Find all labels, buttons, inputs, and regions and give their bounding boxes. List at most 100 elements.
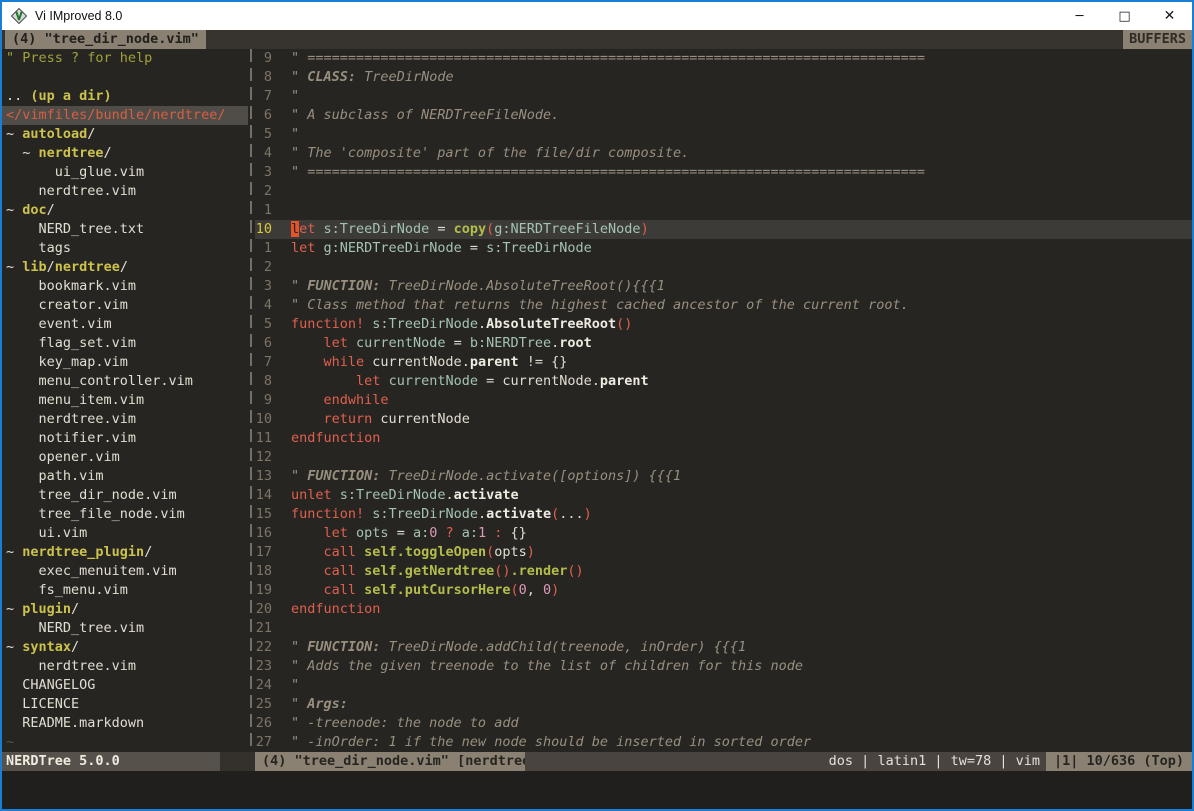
- vim-icon[interactable]: [11, 8, 27, 24]
- tree-item[interactable]: exec_menuitem.vim: [2, 562, 248, 581]
- tree-item[interactable]: NERD_tree.vim: [2, 619, 248, 638]
- tree-item[interactable]: tree_dir_node.vim: [2, 486, 248, 505]
- line-number: 2: [255, 258, 272, 277]
- tree-item[interactable]: ~ syntax/: [2, 638, 248, 657]
- code-line[interactable]: 7": [255, 87, 1192, 106]
- tree-item[interactable]: tree_file_node.vim: [2, 505, 248, 524]
- code-line[interactable]: 4" The 'composite' part of the file/dir …: [255, 144, 1192, 163]
- code-line[interactable]: 1let g:NERDTreeDirNode = s:TreeDirNode: [255, 239, 1192, 258]
- code-line[interactable]: 6" A subclass of NERDTreeFileNode.: [255, 106, 1192, 125]
- tree-item[interactable]: nerdtree.vim: [2, 182, 248, 201]
- tree-item[interactable]: README.markdown: [2, 714, 248, 733]
- tree-item[interactable]: flag_set.vim: [2, 334, 248, 353]
- tree-item[interactable]: </vimfiles/bundle/nerdtree/: [2, 106, 248, 125]
- code-line[interactable]: 23" Adds the given treenode to the list …: [255, 657, 1192, 676]
- code-line[interactable]: 2: [255, 258, 1192, 277]
- token-kw: ?: [437, 525, 461, 541]
- code-line[interactable]: 27" -inOrder: 1 if the new node should b…: [255, 733, 1192, 752]
- code-line[interactable]: 3" FUNCTION: TreeDirNode.AbsoluteTreeRoo…: [255, 277, 1192, 296]
- tree-item[interactable]: ui_glue.vim: [2, 163, 248, 182]
- token-cm: " -inOrder: 1 if the new node should be …: [291, 734, 811, 750]
- code-line[interactable]: 16 let opts = a:0 ? a:1 : {}: [255, 524, 1192, 543]
- tree-item[interactable]: path.vim: [2, 467, 248, 486]
- tree-item[interactable]: .. (up a dir): [2, 87, 248, 106]
- code-line[interactable]: 7 while currentNode.parent != {}: [255, 353, 1192, 372]
- code-line[interactable]: 5": [255, 125, 1192, 144]
- code-line[interactable]: 17 call self.toggleOpen(opts): [255, 543, 1192, 562]
- tab-tree-dir-node[interactable]: (4) "tree_dir_node.vim": [5, 30, 206, 49]
- code-line[interactable]: 18 call self.getNerdtree().render(): [255, 562, 1192, 581]
- code-line[interactable]: 1: [255, 201, 1192, 220]
- tree-item[interactable]: ~ lib/nerdtree/: [2, 258, 248, 277]
- tree-item[interactable]: bookmark.vim: [2, 277, 248, 296]
- code-line[interactable]: 26" -treenode: the node to add: [255, 714, 1192, 733]
- window-separator[interactable]: [248, 49, 255, 752]
- token-fg: [291, 335, 324, 351]
- tree-item[interactable]: ~ nerdtree_plugin/: [2, 543, 248, 562]
- code-line[interactable]: 21: [255, 619, 1192, 638]
- tree-item[interactable]: CHANGELOG: [2, 676, 248, 695]
- code-line[interactable]: 5function! s:TreeDirNode.AbsoluteTreeRoo…: [255, 315, 1192, 334]
- tree-item[interactable]: key_map.vim: [2, 353, 248, 372]
- code-line[interactable]: 22" FUNCTION: TreeDirNode.addChild(treen…: [255, 638, 1192, 657]
- code-line[interactable]: 8 let currentNode = currentNode.parent: [255, 372, 1192, 391]
- tree-item[interactable]: notifier.vim: [2, 429, 248, 448]
- command-line[interactable]: [2, 771, 1192, 809]
- tree-item[interactable]: event.vim: [2, 315, 248, 334]
- tree-item[interactable]: ~ nerdtree/: [2, 144, 248, 163]
- tree-item[interactable]: ~ plugin/: [2, 600, 248, 619]
- tree-item[interactable]: NERD_tree.txt: [2, 220, 248, 239]
- code-line[interactable]: 9 endwhile: [255, 391, 1192, 410]
- tree-item[interactable]: " Press ? for help: [2, 49, 248, 68]
- tree-item[interactable]: ~: [2, 733, 248, 752]
- code-line[interactable]: 12: [255, 448, 1192, 467]
- code-line[interactable]: 20endfunction: [255, 600, 1192, 619]
- close-button[interactable]: ✕: [1147, 2, 1192, 30]
- code-line[interactable]: 13" FUNCTION: TreeDirNode.activate([opti…: [255, 467, 1192, 486]
- tree-item[interactable]: fs_menu.vim: [2, 581, 248, 600]
- token-cm: ": [291, 278, 307, 294]
- line-number: 5: [255, 125, 272, 144]
- code-line[interactable]: 6 let currentNode = b:NERDTree.root: [255, 334, 1192, 353]
- code-line[interactable]: 9" =====================================…: [255, 49, 1192, 68]
- tree-item[interactable]: creator.vim: [2, 296, 248, 315]
- token-cur: l: [291, 221, 299, 237]
- code-line[interactable]: 2: [255, 182, 1192, 201]
- maximize-button[interactable]: □: [1102, 2, 1147, 30]
- tree-item[interactable]: ~ autoload/: [2, 125, 248, 144]
- tree-item[interactable]: nerdtree.vim: [2, 657, 248, 676]
- tree-item[interactable]: LICENCE: [2, 695, 248, 714]
- code-line[interactable]: 10let s:TreeDirNode = copy(g:NERDTreeFil…: [255, 220, 1192, 239]
- buffers-label: BUFFERS: [1123, 30, 1192, 49]
- token-dir: nerdtree: [55, 259, 120, 275]
- code-line[interactable]: 24": [255, 676, 1192, 695]
- code-line[interactable]: 15function! s:TreeDirNode.activate(...): [255, 505, 1192, 524]
- tree-item[interactable]: ui.vim: [2, 524, 248, 543]
- tree-item[interactable]: opener.vim: [2, 448, 248, 467]
- tree-item[interactable]: menu_item.vim: [2, 391, 248, 410]
- token-fg: = currentNode.: [478, 373, 600, 389]
- token-cm: ": [291, 88, 299, 104]
- tree-item[interactable]: ~ doc/: [2, 201, 248, 220]
- token-dir: plugin: [22, 601, 71, 617]
- tree-item[interactable]: tags: [2, 239, 248, 258]
- code-line[interactable]: 25" Args:: [255, 695, 1192, 714]
- code-line[interactable]: 14unlet s:TreeDirNode.activate: [255, 486, 1192, 505]
- tree-item[interactable]: [2, 68, 248, 87]
- line-number: 10: [255, 410, 272, 429]
- token-fg: .: [478, 316, 486, 332]
- code-line[interactable]: 11endfunction: [255, 429, 1192, 448]
- code-line[interactable]: 4" Class method that returns the highest…: [255, 296, 1192, 315]
- line-number: 4: [255, 296, 272, 315]
- token-file: README.markdown: [6, 715, 144, 731]
- code-line[interactable]: 3" =====================================…: [255, 163, 1192, 182]
- code-line[interactable]: 8" CLASS: TreeDirNode: [255, 68, 1192, 87]
- minimize-button[interactable]: ─: [1057, 2, 1102, 30]
- token-file: creator.vim: [6, 297, 128, 313]
- tree-item[interactable]: menu_controller.vim: [2, 372, 248, 391]
- token-kw: let: [356, 373, 380, 389]
- code-line[interactable]: 10 return currentNode: [255, 410, 1192, 429]
- code-line[interactable]: 19 call self.putCursorHere(0, 0): [255, 581, 1192, 600]
- tree-item[interactable]: nerdtree.vim: [2, 410, 248, 429]
- line-number: 13: [255, 467, 272, 486]
